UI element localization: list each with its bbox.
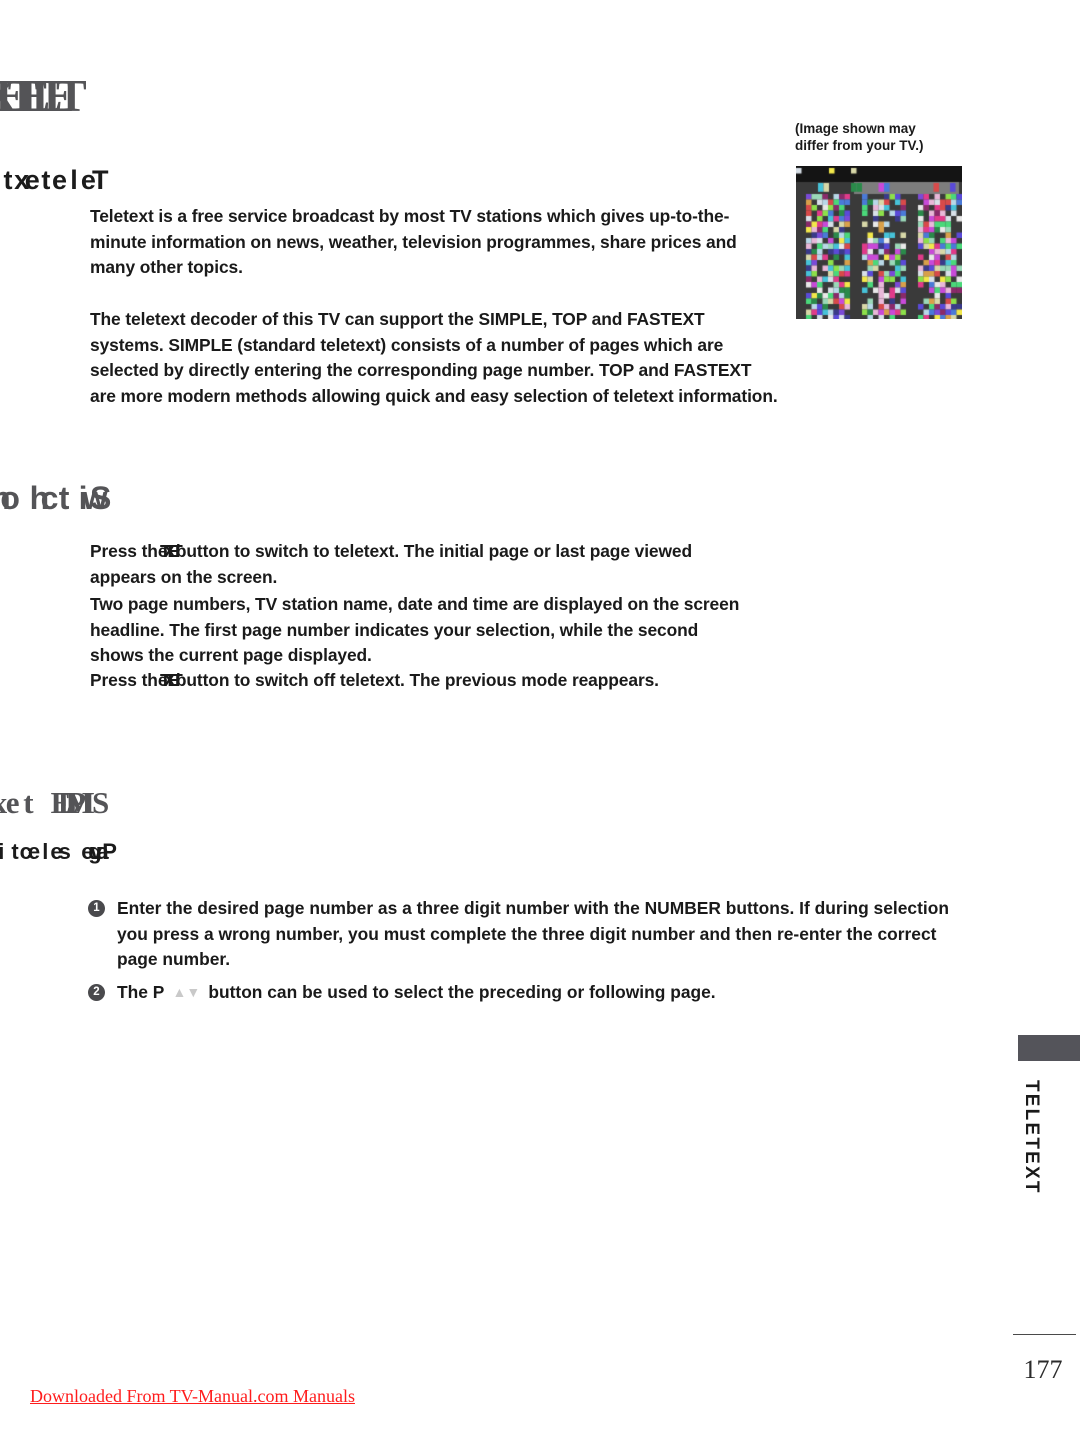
numbered-instruction-list: 1 Enter the desired page number as a thr… (88, 896, 978, 1013)
teletext-screen-image (796, 166, 962, 319)
manual-page: TELETEXT Teletext Teletext is a free ser… (0, 0, 1080, 1440)
paragraph-switch-off: Press the TEXT button to switch off tele… (90, 668, 750, 694)
figure-caption: (Image shown may differ from your TV.) (795, 120, 985, 154)
figure-caption-line-2: differ from your TV.) (795, 138, 924, 153)
switch-off-text-after: button to switch off teletext. The previ… (175, 670, 659, 690)
list-number-badge: 1 (88, 900, 105, 917)
p-updown-button-symbol: ▲▼ (172, 984, 201, 1001)
list-item: 2 The P ▲▼ button can be used to select th… (88, 980, 978, 1006)
subheading-page-selection: vPage selection (90, 839, 123, 864)
side-tab-label: TELETEXT (1021, 1080, 1042, 1195)
download-source-link[interactable]: Downloaded From TV-Manual.com Manuals (30, 1386, 355, 1407)
paragraph-teletext-intro: Teletext is a free service broadcast by … (90, 206, 737, 277)
subheading-marker: v (90, 839, 103, 864)
list-item-text: button can be used to select the precedi… (208, 981, 716, 1002)
paragraph-headline-info: Two page numbers, TV station name, date … (90, 594, 740, 665)
switch-on-text-before: Press the (90, 541, 168, 561)
switch-off-text-before: Press the (90, 670, 168, 690)
switch-on-text-after: button to switch to teletext. The initia… (90, 541, 693, 587)
paragraph-teletext-decoder: The teletext decoder of this TV can supp… (90, 309, 778, 406)
list-number-badge: 2 (88, 983, 105, 1001)
list-item-text: Enter the desired page number as a three… (117, 898, 949, 969)
page-number-rule (1013, 1334, 1076, 1335)
teletext-screen-canvas (796, 166, 962, 319)
side-tab-bar (1018, 1035, 1080, 1061)
list-item: 1 Enter the desired page number as a thr… (88, 896, 978, 973)
figure-caption-line-1: (Image shown may (795, 121, 916, 136)
paragraph-switch-on: Press the TEXT button to switch to telet… (90, 539, 710, 590)
list-item-prefix: The P (117, 981, 165, 1002)
page-number: 177 (1023, 1355, 1063, 1384)
